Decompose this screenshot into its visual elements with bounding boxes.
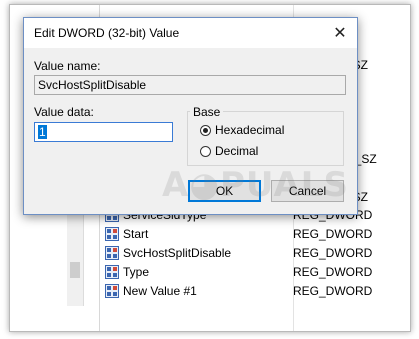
watermark-logo: A◕PUALS [162, 165, 349, 205]
base-label: Base [190, 105, 224, 119]
radio-decimal-indicator[interactable] [200, 145, 211, 157]
registry-dword-icon [105, 284, 119, 298]
registry-value-name: New Value #1 [123, 284, 197, 298]
registry-dword-icon [105, 265, 119, 279]
tree-scrollbar-thumb[interactable] [70, 262, 80, 278]
registry-dword-icon [105, 227, 119, 241]
value-data-field[interactable]: 1 [34, 122, 173, 142]
registry-value-type: REG_DWORD [293, 246, 373, 260]
radio-decimal[interactable]: Decimal [200, 144, 258, 158]
dialog-title: Edit DWORD (32-bit) Value [34, 26, 180, 40]
value-data-label: Value data: [34, 105, 94, 119]
value-data-text: 1 [38, 125, 47, 139]
registry-value-name: Start [123, 227, 149, 241]
radio-decimal-label: Decimal [215, 144, 259, 158]
registry-row[interactable]: New Value #1 REG_DWORD [105, 282, 395, 300]
value-name-field[interactable]: SvcHostSplitDisable [34, 75, 346, 95]
registry-value-type: REG_DWORD [293, 284, 373, 298]
registry-value-type: REG_DWORD [293, 265, 373, 279]
radio-hexadecimal-indicator[interactable] [200, 124, 211, 136]
radio-hexadecimal-label: Hexadecimal [215, 123, 285, 137]
close-icon: ✕ [333, 25, 347, 42]
dialog-titlebar[interactable]: Edit DWORD (32-bit) Value ✕ [24, 18, 357, 48]
value-name-label: Value name: [34, 59, 101, 73]
registry-dword-icon [105, 246, 119, 260]
close-button[interactable]: ✕ [323, 18, 357, 48]
registry-value-type: REG_DWORD [293, 227, 373, 241]
registry-value-name: SvcHostSplitDisable [123, 246, 232, 260]
registry-row[interactable]: Start REG_DWORD [105, 225, 395, 243]
registry-value-name: Type [123, 265, 150, 279]
radio-hexadecimal[interactable]: Hexadecimal [200, 123, 284, 137]
registry-row[interactable]: Type REG_DWORD [105, 263, 395, 281]
registry-row[interactable]: SvcHostSplitDisable REG_DWORD [105, 244, 395, 262]
